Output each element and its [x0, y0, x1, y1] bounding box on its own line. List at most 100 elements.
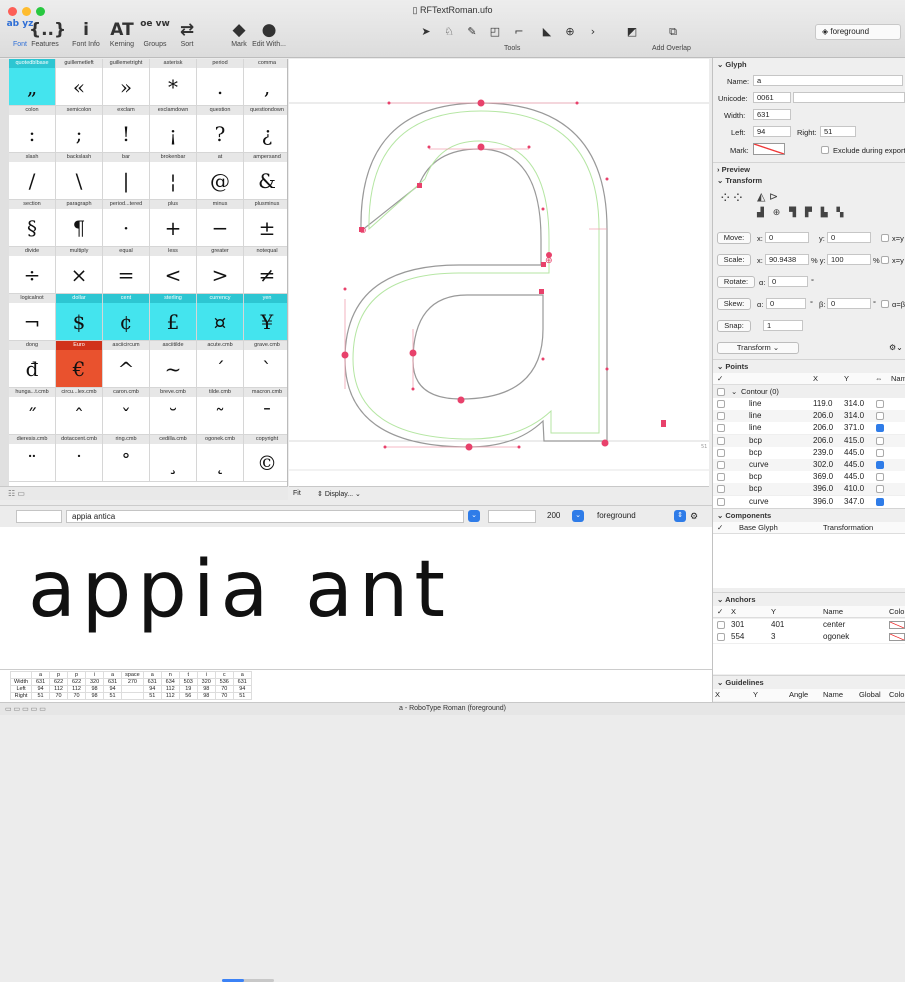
rotate-button[interactable]: Rotate: — [717, 276, 755, 288]
metrics-cell[interactable]: 56 — [178, 692, 198, 700]
point-row[interactable]: curve 396.0 347.0 — [713, 495, 905, 508]
align-icons[interactable]: ▟ ⊕ ▜ ▛ ▙ ▚ — [757, 208, 846, 218]
mark-color-well[interactable] — [753, 143, 785, 155]
point-row[interactable]: line 119.0 314.0 — [713, 398, 905, 410]
glyph-cell[interactable]: notequal ≠ — [244, 247, 287, 294]
metrics-cell[interactable]: 112 — [49, 685, 69, 693]
width-field[interactable]: 631 — [753, 109, 791, 120]
glyph-cell[interactable]: cedilla.cmb ¸ — [150, 435, 197, 482]
view-mode-icon[interactable]: ☷ ▭ — [8, 489, 25, 498]
metrics-cell[interactable]: 98 — [196, 685, 216, 693]
toolbar-font-info-button[interactable]: i Font Info — [70, 19, 102, 48]
slice-tool-icon[interactable]: ⌐ — [512, 25, 526, 38]
metrics-cell[interactable]: 631 — [232, 678, 252, 686]
metrics-cell[interactable]: 622 — [67, 678, 87, 686]
exclude-export-checkbox[interactable] — [821, 146, 829, 154]
glyph-cell[interactable]: period. — [197, 59, 244, 106]
move-x-field[interactable]: 0 — [765, 232, 809, 243]
metrics-cell[interactable]: 94 — [103, 685, 123, 693]
glyph-editor-canvas[interactable]: ⊕ ⊕ 51 — [289, 59, 709, 486]
glyph-cell[interactable]: period...tered · — [103, 200, 150, 247]
rotate-angle-field[interactable]: 0 — [768, 276, 808, 287]
glyph-cell[interactable]: guillemetleft « — [56, 59, 103, 106]
metrics-cell[interactable]: 98 — [85, 685, 105, 693]
glyph-cell[interactable]: Euro € — [56, 341, 103, 388]
layer-dropdown[interactable]: ◈ foreground — [815, 24, 901, 40]
metrics-cell[interactable]: 70 — [67, 692, 87, 700]
unicode-field[interactable]: 0061 — [753, 92, 791, 103]
metrics-cell[interactable]: 51 — [103, 692, 123, 700]
metrics-cell[interactable]: 622 — [49, 678, 69, 686]
scale-y-field[interactable]: 100 — [827, 254, 871, 265]
transform-gear-icon[interactable]: ⚙⌄ — [889, 343, 903, 352]
unicode-extra-field[interactable] — [793, 92, 905, 103]
point-smooth-checkbox[interactable] — [876, 448, 884, 457]
metrics-cell[interactable]: 98 — [85, 692, 105, 700]
glyph-cell[interactable]: circu...lex.cmb ˆ — [56, 388, 103, 435]
disclosure-icon[interactable]: ⌄ — [731, 386, 737, 398]
point-row[interactable]: line 206.0 371.0 — [713, 422, 905, 435]
glyph-cell[interactable]: greater > — [197, 247, 244, 294]
glyph-cell[interactable]: logicalnot ¬ — [9, 294, 56, 341]
glyph-cell[interactable]: bar | — [103, 153, 150, 200]
metrics-cell[interactable]: 112 — [160, 685, 180, 693]
glyph-cell[interactable]: divide ÷ — [9, 247, 56, 294]
glyph-cell[interactable]: breve.cmb ˘ — [150, 388, 197, 435]
snap-field[interactable]: 1 — [763, 320, 803, 331]
skew-button[interactable]: Skew: — [717, 298, 751, 310]
display-menu[interactable]: ⇕ Display... ⌄ — [317, 490, 361, 498]
toolbar-kerning-button[interactable]: AT Kerning — [106, 19, 138, 48]
preview-layer-select[interactable]: foreground — [592, 510, 664, 523]
point-row[interactable]: bcp 206.0 415.0 — [713, 434, 905, 447]
glyph-cell[interactable]: dieresis.cmb ¨ — [9, 435, 56, 482]
skew-beta-field[interactable]: 0 — [827, 298, 871, 309]
glyph-cell[interactable]: semicolon; — [56, 106, 103, 153]
glyph-section-title[interactable]: ⌄ Glyph — [717, 60, 747, 69]
metrics-cell[interactable]: 631 — [31, 678, 51, 686]
metrics-cell[interactable]: 70 — [214, 685, 234, 693]
glyph-cell[interactable]: sterling £ — [150, 294, 197, 341]
point-select-checkbox[interactable] — [717, 436, 725, 445]
glyph-cell[interactable]: quotedblbase „ — [9, 59, 56, 106]
glyph-cell[interactable]: exclamdown ¡ — [150, 106, 197, 153]
metrics-cell[interactable]: 631 — [103, 678, 123, 686]
scale-button[interactable]: Scale: — [717, 254, 751, 266]
point-row[interactable]: bcp 369.0 445.0 — [713, 471, 905, 484]
metrics-cell[interactable]: 112 — [67, 685, 87, 693]
glyph-cell[interactable]: backslash \ — [56, 153, 103, 200]
bezier-tool-icon[interactable]: ♘ — [442, 25, 456, 38]
metrics-cell[interactable]: 503 — [178, 678, 198, 686]
metrics-cell[interactable]: 320 — [196, 678, 216, 686]
glyph-cell[interactable]: ring.cmb ˚ — [103, 435, 150, 482]
glyph-cell[interactable]: comma, — [244, 59, 287, 106]
scale-x-field[interactable]: 90.9438 — [765, 254, 809, 265]
metrics-cell[interactable]: 70 — [214, 692, 234, 700]
metrics-cell[interactable] — [121, 685, 144, 693]
point-row[interactable]: bcp 239.0 445.0 — [713, 446, 905, 459]
glyph-cell[interactable]: plus + — [150, 200, 197, 247]
points-section-title[interactable]: ⌄ Points — [717, 362, 748, 371]
glyph-cell[interactable]: acute.cmb ˊ — [197, 341, 244, 388]
metrics-cell[interactable]: 536 — [214, 678, 234, 686]
add-overlap-icon[interactable]: ⧉ — [666, 25, 680, 39]
glyph-cell[interactable]: less < — [150, 247, 197, 294]
remove-overlap-icon[interactable]: ◩ — [625, 25, 639, 38]
metrics-cell[interactable]: 51 — [232, 692, 252, 700]
components-section-title[interactable]: ⌄ Components — [717, 511, 771, 520]
point-smooth-checkbox[interactable] — [876, 461, 884, 469]
glyph-cell[interactable]: asciicircum ^ — [103, 341, 150, 388]
glyph-cell[interactable]: yen ¥ — [244, 294, 287, 341]
move-button[interactable]: Move: — [717, 232, 751, 244]
point-select-checkbox[interactable] — [717, 448, 725, 457]
measure-tool-icon[interactable]: ⊕ — [563, 25, 577, 38]
glyph-name-field[interactable]: a — [753, 75, 903, 86]
point-smooth-checkbox[interactable] — [876, 497, 884, 506]
point-select-checkbox[interactable] — [717, 400, 725, 408]
glyph-cell[interactable]: brokenbar ¦ — [150, 153, 197, 200]
text-input[interactable]: appia antica — [66, 510, 464, 523]
pencil-tool-icon[interactable]: ✎ — [465, 25, 479, 38]
glyph-cell[interactable]: currency ¤ — [197, 294, 244, 341]
point-select-checkbox[interactable] — [717, 473, 725, 482]
glyph-cell[interactable]: dotaccent.cmb ˙ — [56, 435, 103, 482]
anchor-color-well[interactable] — [889, 633, 905, 641]
